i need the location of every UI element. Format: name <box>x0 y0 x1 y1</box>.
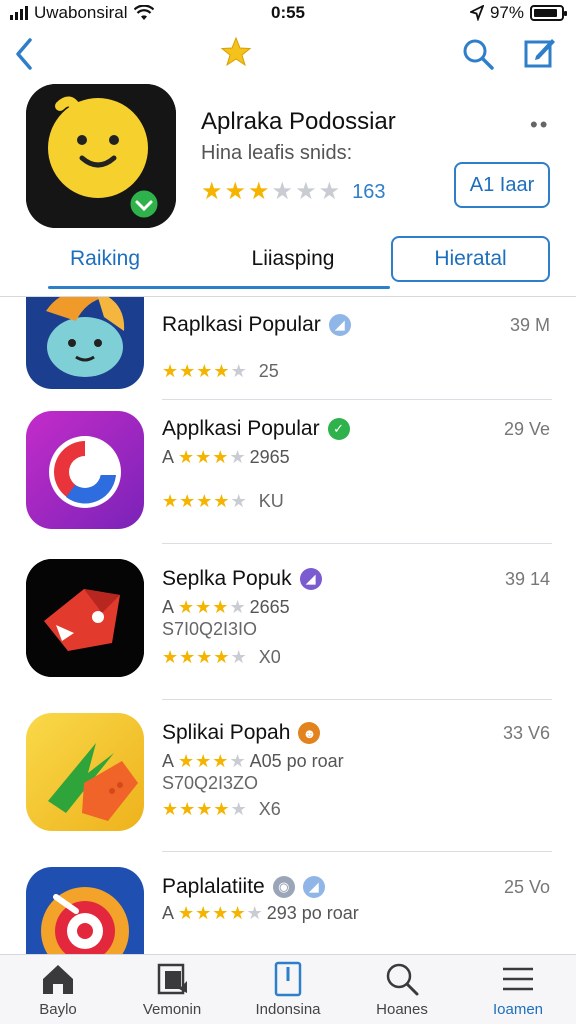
meta-stars: ★ ★ ★ ★ <box>178 597 246 617</box>
search-icon[interactable] <box>460 36 496 72</box>
app-rating: ★ ★ ★ ★ ★ ★ 163 <box>201 180 385 204</box>
menu-icon <box>503 967 533 991</box>
rating-number: X0 <box>258 647 281 667</box>
chevron-left-icon[interactable] <box>10 36 40 72</box>
divider <box>162 543 552 544</box>
app-meta-2: S70Q2I3ZO <box>162 773 259 793</box>
app-icon <box>26 559 144 677</box>
list-item[interactable]: Applkasi Popular ✓ 29 Ve A ★ ★ ★ ★ 2965 ★ ★ ★ ★… <box>0 409 576 545</box>
app-rating: ★ ★ ★ ★ ★ X6 <box>162 799 281 820</box>
rating-stars: ★ ★ ★ ★ ★ <box>162 647 247 667</box>
app-name: Seplka Popuk ◢ <box>162 567 322 591</box>
tabbar-item-apps[interactable]: Vemonin <box>122 961 222 1018</box>
status-bar: Uwabonsiral 0:55 97% <box>0 0 576 26</box>
tabbar-item-updates[interactable]: Indonsina <box>238 961 338 1018</box>
meta-stars: ★ ★ ★ ★ <box>178 447 246 467</box>
compass-icon: ◢ <box>299 568 322 590</box>
nav-bar <box>0 30 576 80</box>
app-rating: ★ ★ ★ ★ ★ X0 <box>162 647 281 668</box>
segmented-tabs: Raiking Liiasping Hieratal <box>0 232 576 292</box>
rating-number: X6 <box>258 799 281 819</box>
app-size: 29 Ve <box>503 419 550 439</box>
status-right: 97% <box>469 3 567 23</box>
tabbar-item-home[interactable]: Baylo <box>8 961 108 1018</box>
tabbar-item-search[interactable]: Hoanes <box>352 961 452 1018</box>
rating-number: KU <box>258 491 284 511</box>
divider <box>162 399 552 400</box>
app-meta-2: S7I0Q2I3IO <box>162 619 258 639</box>
app-icon <box>26 297 144 389</box>
verified-icon: ✓ <box>327 418 350 440</box>
divider <box>162 699 552 700</box>
compass-icon: ◢ <box>302 876 325 898</box>
updates-icon <box>274 961 302 997</box>
people-icon: ◉ <box>272 876 295 898</box>
divider <box>162 851 552 852</box>
battery-icon <box>530 5 567 21</box>
list-item[interactable]: Raplkasi Popular ◢ 39 M ★ ★ ★ ★ ★ 25 <box>0 297 576 400</box>
app-subtitle: Hina leafis snids: <box>201 142 353 164</box>
tab-ranking[interactable]: Raiking <box>40 236 170 282</box>
app-icon <box>26 84 176 228</box>
rating-number: 25 <box>258 361 279 381</box>
home-icon <box>43 965 73 994</box>
get-button[interactable]: A1 Iaar <box>454 162 550 208</box>
compose-icon[interactable] <box>522 34 558 70</box>
tabbar-item-menu[interactable]: Ioamen <box>468 961 568 1018</box>
app-icon <box>26 411 144 529</box>
app-meta: A ★ ★ ★ ★ 2965 <box>162 447 290 467</box>
tab-hieratal[interactable]: Hieratal <box>391 236 550 282</box>
tab-indicator <box>48 286 390 289</box>
app-icon <box>26 713 144 831</box>
meta-stars: ★ ★ ★ ★ <box>178 751 246 771</box>
app-size: 25 Vo <box>503 877 550 897</box>
meta-stars: ★ ★ ★ ★ ★ <box>178 903 263 923</box>
app-rating: ★ ★ ★ ★ ★ KU <box>162 491 284 512</box>
list-item[interactable]: Splikai Popah ☻ 33 V6 A ★ ★ ★ ★ A05 po roar … <box>0 709 576 857</box>
app-name: Paplalatiite ◉ ◢ <box>162 875 325 899</box>
app-size: 33 V6 <box>502 723 550 743</box>
tab-listing[interactable]: Liiasping <box>218 236 368 282</box>
app-list: Raplkasi Popular ◢ 39 M ★ ★ ★ ★ ★ 25 Applkasi… <box>0 297 576 954</box>
rating-stars: ★ ★ ★ ★ ★ <box>162 799 247 819</box>
app-meta: A ★ ★ ★ ★ 2665 <box>162 597 290 617</box>
app-name: Splikai Popah ☻ <box>162 721 321 745</box>
app-icon <box>26 867 144 954</box>
apps-icon <box>157 963 187 995</box>
more-icon[interactable]: •• <box>530 112 549 138</box>
app-rating: ★ ★ ★ ★ ★ 25 <box>162 361 279 382</box>
app-title: Aplraka Podossiar <box>201 108 396 135</box>
app-size: 39 14 <box>504 569 550 589</box>
star-icon[interactable] <box>220 36 252 68</box>
app-meta: A ★ ★ ★ ★ A05 po roar <box>162 751 344 771</box>
app-size: 39 M <box>509 315 550 335</box>
compass-icon: ◢ <box>328 314 351 336</box>
list-item[interactable]: Paplalatiite ◉ ◢ 25 Vo A ★ ★ ★ ★ ★ 293 po roar <box>0 863 576 954</box>
tab-bar: Baylo Vemonin Indonsina Hoanes Ioamen <box>0 954 576 1024</box>
location-icon <box>469 5 484 21</box>
app-meta: A ★ ★ ★ ★ ★ 293 po roar <box>162 903 359 923</box>
rating-stars: ★ ★ ★ ★ ★ <box>162 491 247 511</box>
rating-stars: ★ ★ ★ ★ ★ <box>162 361 247 381</box>
rating-count: 163 <box>352 180 386 203</box>
emoji-icon: ☻ <box>298 722 321 744</box>
list-item[interactable]: Seplka Popuk ◢ 39 14 A ★ ★ ★ ★ 2665 S7I0Q2I3… <box>0 555 576 703</box>
battery-percent: 97% <box>489 3 524 22</box>
app-name: Applkasi Popular ✓ <box>162 417 350 441</box>
rating-stars: ★ ★ ★ ★ ★ ★ <box>201 178 341 205</box>
search-icon <box>386 963 419 996</box>
app-name: Raplkasi Popular ◢ <box>162 313 351 337</box>
